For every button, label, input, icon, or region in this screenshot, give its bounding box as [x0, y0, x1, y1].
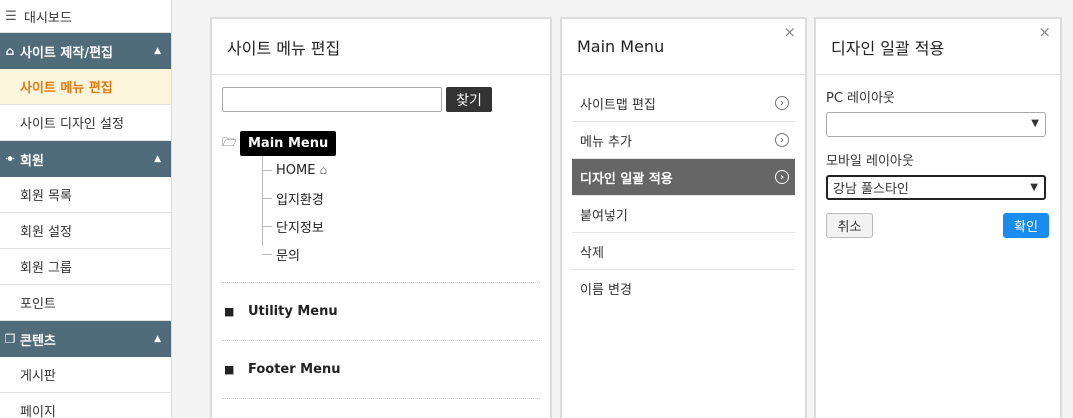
pc-layout-label: PC 레이아웃 [826, 91, 895, 106]
users-icon: ꔹ [5, 151, 15, 166]
home-icon: ⌂ [319, 163, 328, 177]
tree-node-label: 입지환경 [276, 192, 324, 208]
mobile-layout-select[interactable]: 강남 풀스타인 ▼ [826, 175, 1046, 200]
sidebar-group-label: 콘텐츠 [20, 333, 56, 349]
tree-node-label[interactable]: Main Menu [240, 131, 337, 156]
tree-root-footer-menu[interactable]: ■ Footer Menu [222, 341, 540, 399]
panel-header: 디자인 일괄 적용 × [816, 19, 1060, 75]
menu-tree: 🗁 Main Menu HOME ⌂ 입지환경 단지정보 문의 [212, 131, 550, 268]
action-label: 메뉴 추가 [580, 134, 632, 150]
panel-title: 디자인 일괄 적용 [831, 38, 945, 58]
sidebar-item-design-settings[interactable]: 사이트 디자인 설정 [0, 105, 171, 141]
action-label: 이름 변경 [580, 283, 632, 298]
chevron-right-circle-icon: › [775, 170, 789, 184]
folder-open-icon: 🗁 [222, 135, 237, 149]
chevron-down-icon: ▼ [1030, 182, 1038, 193]
sidebar-item-label: 게시판 [20, 369, 56, 384]
menu-icon: ☰ [5, 8, 17, 24]
tree-children: HOME ⌂ 입지환경 단지정보 문의 [262, 156, 540, 268]
tree-node[interactable]: 입지환경 [262, 184, 540, 212]
action-label: 사이트맵 편집 [580, 97, 656, 113]
caret-up-icon: ▲ [154, 154, 161, 164]
search-row: 찾기 [212, 75, 550, 112]
pc-layout-select[interactable]: ▼ [826, 112, 1046, 137]
sidebar: ☰ 대시보드 ⌂ 사이트 제작/편집 ▲ 사이트 메뉴 편집 사이트 디자인 설… [0, 0, 172, 418]
folder-icon: ■ [224, 363, 235, 376]
caret-up-icon: ▲ [154, 334, 161, 344]
home-icon: ⌂ [5, 44, 15, 58]
sidebar-item-menu-edit[interactable]: 사이트 메뉴 편집 [0, 69, 171, 105]
action-sitemap-edit[interactable]: 사이트맵 편집 › [572, 85, 795, 122]
select-value: 강남 풀스타인 [833, 182, 909, 197]
sidebar-item-label: 회원 목록 [20, 189, 72, 204]
sidebar-item-label: 포인트 [20, 297, 56, 312]
close-icon[interactable]: × [1038, 25, 1051, 40]
tree-node-label: Footer Menu [248, 362, 341, 377]
mobile-layout-label: 모바일 레이아웃 [826, 154, 914, 169]
copy-icon: ❐ [4, 332, 16, 346]
chevron-right-circle-icon: › [775, 96, 789, 110]
menu-editor-panel: 사이트 메뉴 편집 찾기 🗁 Main Menu HOME ⌂ 입지환경 단지정… [210, 17, 552, 418]
sidebar-item-label: 페이지 [20, 405, 56, 418]
confirm-button[interactable]: 확인 [1003, 213, 1049, 238]
button-row: 취소 확인 [826, 213, 1050, 238]
action-list: 사이트맵 편집 › 메뉴 추가 › 디자인 일괄 적용 › 붙여넣기 삭제 이름… [562, 75, 805, 307]
sidebar-item-points[interactable]: 포인트 [0, 285, 171, 321]
sidebar-item-member-settings[interactable]: 회원 설정 [0, 213, 171, 249]
sidebar-item-member-list[interactable]: 회원 목록 [0, 177, 171, 213]
sidebar-item-board[interactable]: 게시판 [0, 357, 171, 393]
sidebar-group-site[interactable]: ⌂ 사이트 제작/편집 ▲ [0, 33, 171, 69]
close-icon[interactable]: × [783, 25, 796, 40]
action-label: 붙여넣기 [580, 208, 628, 224]
sidebar-item-member-groups[interactable]: 회원 그룹 [0, 249, 171, 285]
sidebar-group-label: 회원 [20, 153, 44, 169]
folder-icon: ■ [224, 305, 235, 318]
design-apply-panel: 디자인 일괄 적용 × PC 레이아웃 ▼ 모바일 레이아웃 강남 풀스타인 ▼… [814, 17, 1062, 418]
action-delete[interactable]: 삭제 [572, 233, 795, 270]
cancel-button[interactable]: 취소 [826, 213, 873, 238]
chevron-right-circle-icon: › [775, 133, 789, 147]
menu-search-input[interactable] [222, 87, 442, 112]
panel-title: Main Menu [577, 37, 665, 56]
sidebar-item-page[interactable]: 페이지 [0, 393, 171, 418]
action-label: 삭제 [580, 245, 604, 261]
find-button[interactable]: 찾기 [446, 87, 492, 112]
tree-node-label: 문의 [276, 248, 300, 264]
design-form: PC 레이아웃 ▼ 모바일 레이아웃 강남 풀스타인 ▼ 취소 확인 [816, 75, 1060, 238]
chevron-down-icon: ▼ [1031, 118, 1039, 129]
tree-node-label: HOME [276, 162, 316, 178]
tree-node-home[interactable]: HOME ⌂ [262, 156, 540, 184]
tree-root-main-menu[interactable]: 🗁 Main Menu [222, 131, 540, 156]
sidebar-item-label: 사이트 메뉴 편집 [20, 81, 113, 96]
sidebar-item-label: 사이트 디자인 설정 [20, 117, 124, 132]
tree-node-label: 단지정보 [276, 220, 324, 236]
action-apply-design[interactable]: 디자인 일괄 적용 › [572, 159, 795, 196]
action-add-menu[interactable]: 메뉴 추가 › [572, 122, 795, 159]
tree-node[interactable]: 문의 [262, 240, 540, 268]
menu-actions-panel: Main Menu × 사이트맵 편집 › 메뉴 추가 › 디자인 일괄 적용 … [560, 17, 807, 418]
tree-node-label: Utility Menu [248, 304, 338, 319]
tree-node[interactable]: 단지정보 [262, 212, 540, 240]
sidebar-group-contents[interactable]: ❐ 콘텐츠 ▲ [0, 321, 171, 357]
caret-up-icon: ▲ [154, 46, 161, 56]
panel-title: 사이트 메뉴 편집 [212, 19, 550, 75]
sidebar-item-dashboard[interactable]: ☰ 대시보드 [0, 0, 171, 33]
panel-header: Main Menu × [562, 19, 805, 75]
tree-root-utility-menu[interactable]: ■ Utility Menu [222, 283, 540, 341]
sidebar-item-label: 대시보드 [24, 10, 72, 26]
action-paste[interactable]: 붙여넣기 [572, 196, 795, 233]
sidebar-group-label: 사이트 제작/편집 [20, 45, 113, 61]
sidebar-item-label: 회원 그룹 [20, 261, 72, 276]
action-rename[interactable]: 이름 변경 [572, 270, 795, 307]
sidebar-item-label: 회원 설정 [20, 225, 72, 240]
sidebar-group-members[interactable]: ꔹ 회원 ▲ [0, 141, 171, 177]
action-label: 디자인 일괄 적용 [580, 171, 673, 187]
